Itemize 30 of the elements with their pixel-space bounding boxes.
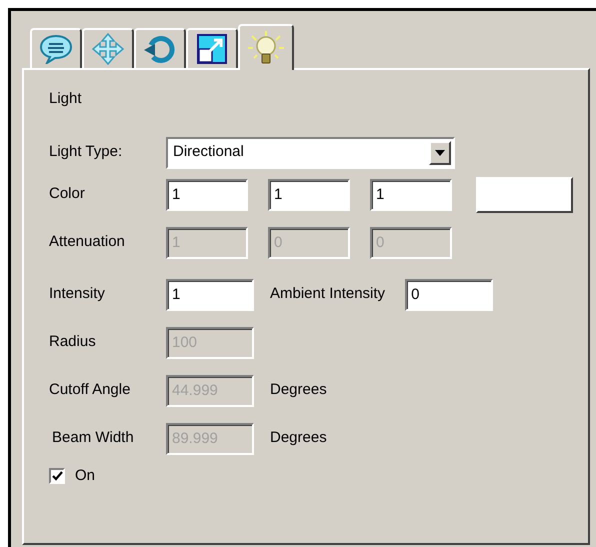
- section-title: Light: [49, 89, 83, 109]
- field-label: Beam Width: [51, 428, 135, 448]
- move-arrows-icon: [92, 33, 124, 65]
- field-label: Attenuation: [49, 232, 126, 252]
- text-field[interactable]: 1: [268, 178, 350, 210]
- unit-label: Degrees: [270, 428, 327, 448]
- field-label: Light Type:: [49, 142, 124, 162]
- tab[interactable]: [82, 28, 134, 68]
- text-field[interactable]: 0: [405, 278, 494, 310]
- checkbox[interactable]: [49, 468, 65, 484]
- field-label: Cutoff Angle: [49, 380, 132, 400]
- light-type-dropdown[interactable]: Directional: [166, 136, 455, 168]
- resize-icon: [197, 34, 227, 64]
- field-label: Radius: [49, 332, 97, 352]
- tab[interactable]: [186, 28, 238, 68]
- text-field[interactable]: 1: [370, 178, 452, 210]
- text-field[interactable]: 1: [166, 178, 248, 210]
- tab[interactable]: [30, 28, 82, 68]
- light-bulb-icon: [247, 30, 285, 66]
- rotate-arrow-icon: [143, 33, 177, 65]
- speech-bubble-icon: [39, 34, 73, 64]
- checkbox-label: On: [75, 466, 96, 486]
- text-field[interactable]: 1: [166, 278, 254, 310]
- tab[interactable]: [238, 24, 294, 70]
- field-label: Color: [49, 184, 86, 204]
- tab[interactable]: [134, 28, 186, 68]
- field-label: Ambient Intensity: [270, 284, 386, 304]
- unit-label: Degrees: [270, 380, 327, 400]
- color-swatch-button[interactable]: [476, 176, 573, 212]
- field-label: Intensity: [49, 284, 106, 304]
